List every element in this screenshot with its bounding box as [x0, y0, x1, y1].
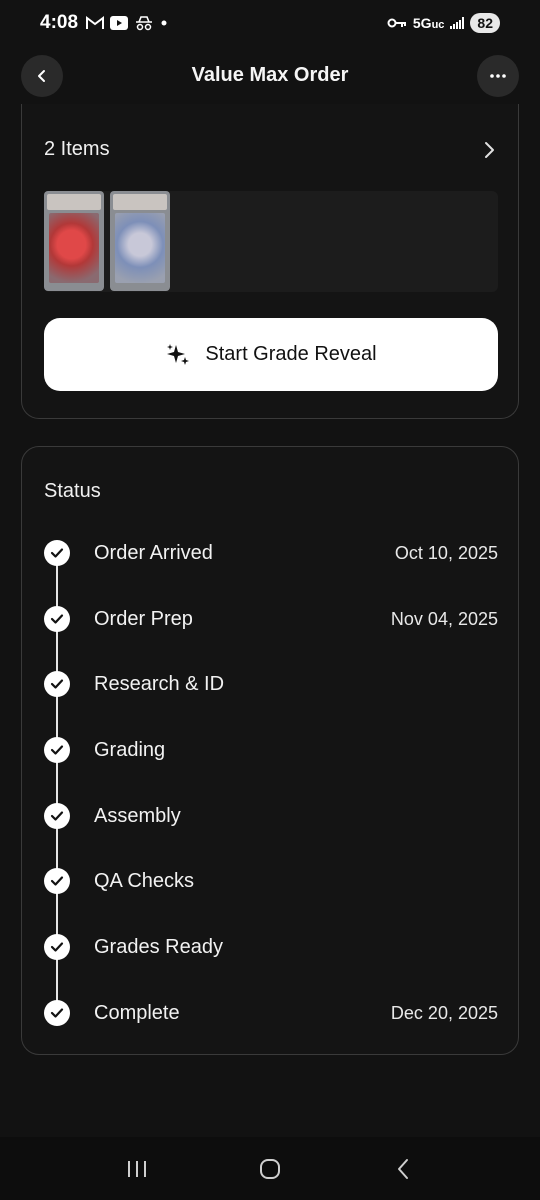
step-date: Oct 10, 2025 — [394, 542, 498, 563]
status-step: Research & ID — [44, 669, 498, 699]
status-bar: 4:08 5Guc 82 — [0, 0, 540, 46]
network-type: 5Guc — [413, 15, 445, 31]
network-label: 5G — [412, 15, 432, 31]
check-circle-icon — [44, 606, 70, 632]
step-label: Assembly — [94, 804, 181, 827]
check-circle-icon — [44, 1000, 70, 1026]
step-label: Grades Ready — [94, 935, 223, 958]
item-thumbnail[interactable] — [110, 191, 170, 291]
chevron-left-icon — [38, 70, 45, 82]
page-title: Value Max Order — [191, 63, 349, 86]
status-title: Status — [44, 480, 101, 502]
status-step: Assembly — [44, 801, 498, 831]
status-bar-right: 5Guc 82 — [387, 13, 500, 33]
more-horizontal-icon — [490, 74, 506, 78]
sparkles-icon — [167, 343, 190, 365]
battery-indicator: 82 — [470, 13, 500, 33]
check-circle-icon — [44, 737, 70, 763]
step-label: Grading — [94, 738, 166, 761]
back-arrow-icon — [398, 1158, 409, 1179]
check-circle-icon — [44, 934, 70, 960]
app-header: Value Max Order — [0, 46, 540, 104]
status-step: Order Prep Nov 04, 2025 — [44, 604, 498, 634]
check-circle-icon — [44, 868, 70, 894]
status-bar-left: 4:08 — [40, 12, 168, 34]
system-back-button[interactable] — [378, 1149, 428, 1189]
check-circle-icon — [44, 540, 70, 566]
gmail-icon — [86, 16, 105, 29]
item-thumbnail[interactable] — [44, 191, 104, 291]
status-step: Order Arrived Oct 10, 2025 — [44, 538, 498, 568]
recents-icon — [127, 1160, 146, 1177]
vpn-key-icon — [387, 18, 406, 28]
home-button[interactable] — [245, 1149, 295, 1189]
status-card: Status Order Arrived Oct 10, 2025 Order … — [21, 446, 519, 1055]
item-thumbnails — [44, 191, 498, 292]
items-count-label: 2 Items — [44, 138, 110, 160]
status-step: Grades Ready — [44, 932, 498, 962]
check-circle-icon — [44, 671, 70, 697]
start-grade-reveal-label: Start Grade Reveal — [205, 343, 377, 365]
system-nav-bar — [0, 1137, 540, 1200]
step-label: Order Prep — [94, 607, 193, 630]
back-button[interactable] — [21, 55, 63, 97]
more-options-button[interactable] — [477, 55, 519, 97]
step-label: Complete — [94, 1001, 180, 1024]
home-icon — [259, 1158, 280, 1179]
start-grade-reveal-button[interactable]: Start Grade Reveal — [44, 318, 498, 391]
step-label: QA Checks — [94, 869, 195, 892]
dot-icon — [161, 20, 167, 26]
status-step: QA Checks — [44, 866, 498, 896]
step-label: Research & ID — [94, 672, 225, 695]
notification-icons — [86, 15, 168, 31]
step-date: Nov 04, 2025 — [390, 608, 498, 629]
clock: 4:08 — [40, 12, 79, 33]
check-circle-icon — [44, 803, 70, 829]
items-row[interactable]: 2 Items — [44, 138, 496, 161]
incognito-icon — [136, 16, 153, 31]
recents-button[interactable] — [112, 1149, 162, 1189]
network-sub-label: uc — [431, 19, 445, 31]
youtube-icon — [110, 16, 129, 30]
status-step: Grading — [44, 735, 498, 765]
items-card: 2 Items Start Grade Reveal — [21, 104, 519, 419]
status-step: Complete Dec 20, 2025 — [44, 998, 498, 1028]
step-label: Order Arrived — [94, 541, 213, 564]
signal-icon — [450, 17, 465, 29]
step-date: Dec 20, 2025 — [390, 1002, 498, 1023]
chevron-right-icon — [485, 141, 494, 158]
